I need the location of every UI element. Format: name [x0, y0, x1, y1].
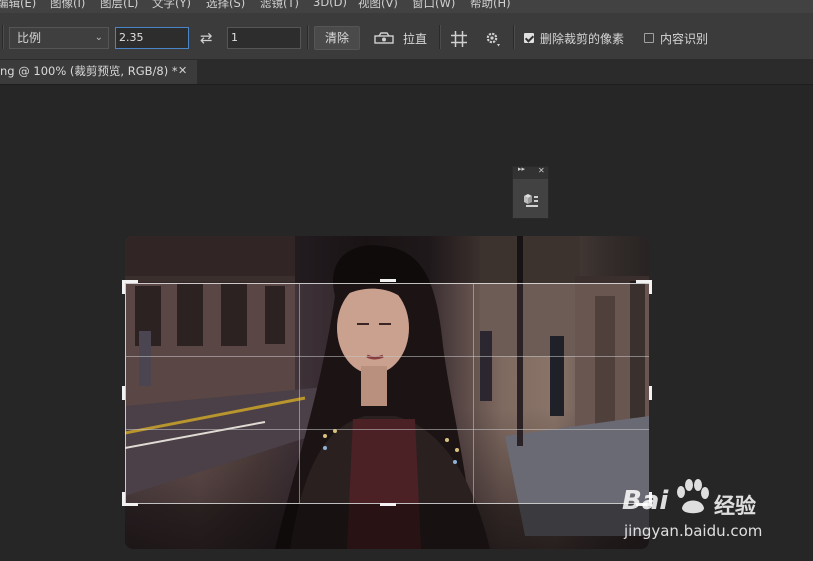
swap-icon[interactable]: ⇄: [200, 29, 213, 47]
panel-header[interactable]: ▸▸ ✕: [513, 165, 548, 179]
overlay-grid-icon[interactable]: [450, 30, 468, 51]
watermark-url: jingyan.baidu.com: [624, 522, 763, 540]
crop-box[interactable]: [125, 283, 649, 504]
menu-image[interactable]: 图像(I): [50, 0, 85, 11]
separator: [513, 25, 515, 49]
close-icon[interactable]: ✕: [178, 60, 187, 82]
crop-grid-line: [125, 356, 649, 357]
document-tab-title: ng @ 100% (裁剪预览, RGB/8) *: [0, 64, 178, 78]
crop-handle-left[interactable]: [122, 386, 125, 400]
panel-close-icon[interactable]: ✕: [538, 166, 545, 175]
menu-bar: 编辑(E) 图像(I) 图层(L) 文字(Y) 选择(S) 滤镜(T) 3D(D…: [0, 0, 813, 13]
watermark-brand-left: Bai: [622, 486, 669, 516]
watermark-brand-right: 经验: [714, 494, 756, 518]
menu-window[interactable]: 窗口(W): [412, 0, 455, 11]
document-tab-bar: ng @ 100% (裁剪预览, RGB/8) * ✕: [0, 60, 813, 85]
paw-icon: [677, 479, 709, 514]
separator: [2, 25, 4, 49]
width-ratio-input[interactable]: 2.35: [115, 27, 189, 49]
ratio-select-value: 比例: [17, 31, 42, 45]
menu-type[interactable]: 文字(Y): [152, 0, 191, 11]
baidu-jingyan-watermark: Bai 经验 jingyan.baidu.com: [622, 470, 812, 550]
menu-help[interactable]: 帮助(H): [470, 0, 511, 11]
crop-shield-top: [125, 236, 649, 283]
delete-cropped-checkbox[interactable]: [524, 33, 534, 43]
content-aware-checkbox[interactable]: [644, 33, 654, 43]
menu-layer[interactable]: 图层(L): [100, 0, 138, 11]
properties-panel-icon[interactable]: [523, 192, 539, 211]
straighten-icon[interactable]: [374, 31, 394, 48]
separator: [439, 25, 441, 49]
crop-handle-bottom[interactable]: [380, 503, 396, 506]
crop-grid-line: [473, 283, 474, 503]
menu-filter[interactable]: 滤镜(T): [260, 0, 299, 11]
delete-cropped-label[interactable]: 删除裁剪的像素: [540, 30, 624, 47]
clear-button[interactable]: 清除: [314, 26, 360, 50]
chevron-down-icon: ⌄: [94, 32, 103, 43]
crop-handle-right[interactable]: [649, 386, 652, 400]
menu-view[interactable]: 视图(V): [358, 0, 398, 11]
separator: [307, 25, 309, 49]
collapse-icon[interactable]: ▸▸: [518, 165, 525, 173]
height-ratio-input[interactable]: 1: [227, 27, 301, 49]
menu-edit[interactable]: 编辑(E): [0, 0, 36, 11]
gear-icon[interactable]: [484, 29, 502, 52]
crop-grid-line: [299, 283, 300, 503]
menu-select[interactable]: 选择(S): [206, 0, 245, 11]
crop-grid-line: [125, 429, 649, 430]
menu-3d[interactable]: 3D(D): [313, 0, 347, 9]
document-tab[interactable]: ng @ 100% (裁剪预览, RGB/8) * ✕: [0, 60, 197, 84]
collapsed-panel[interactable]: ▸▸ ✕: [512, 165, 549, 219]
ratio-select[interactable]: 比例 ⌄: [9, 27, 109, 49]
straighten-label[interactable]: 拉直: [403, 30, 427, 47]
content-aware-label[interactable]: 内容识别: [660, 30, 708, 47]
crop-shield-bottom: [125, 503, 649, 549]
options-bar: 比例 ⌄ 2.35 ⇄ 1 清除 拉直 删除裁剪的像素 内容识别: [0, 13, 813, 60]
crop-handle-top[interactable]: [380, 279, 396, 282]
